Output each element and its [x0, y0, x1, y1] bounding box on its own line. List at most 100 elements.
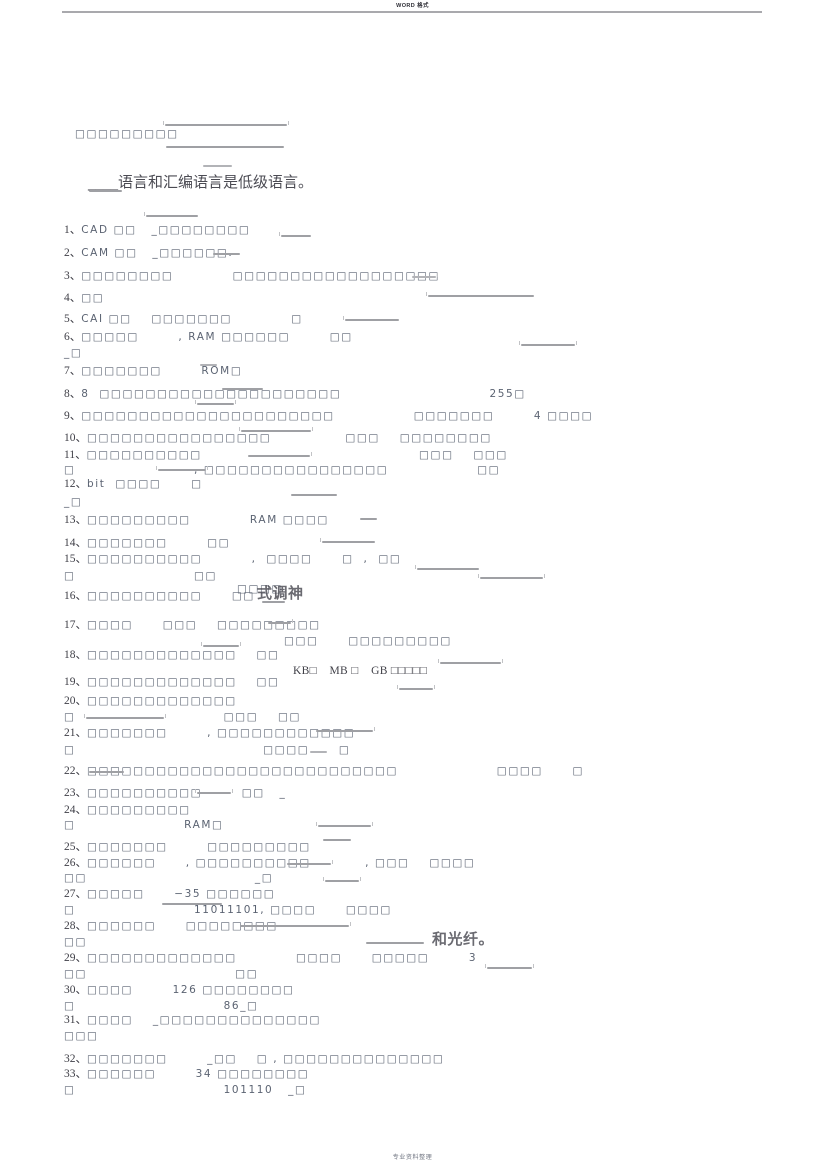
- item-text: KB□ MB □ GB □□□□□: [293, 665, 428, 677]
- item-text: □ □□: [64, 570, 218, 582]
- item-text: □□□□□□□□□ RAM □□□□: [87, 514, 329, 526]
- list-item: 19、□□□□□□□□□□□□□ □□: [64, 676, 280, 688]
- answer-blank: [200, 364, 217, 366]
- item-number: 1、: [64, 224, 82, 236]
- item-text: □□□: [64, 1030, 99, 1042]
- list-item: 9、□□□□□□□□□□□□□□□□□□□□□□ □□□□□□□ 4 □□□□: [64, 410, 593, 422]
- list-item: 6、□□□□□ , RAM □□□□□□ □□: [64, 331, 353, 343]
- answer-blank: [239, 427, 313, 432]
- item-text: □□□□□□ , □□□□□□□□□□ , □□□ □□□□: [87, 857, 476, 869]
- item-text: □□□□□□□ , □□□□□□□□□□□□: [87, 727, 356, 739]
- item-text: □□□□□□□□ □□□□□□□□□□□□□□□□□□: [81, 270, 441, 282]
- answer-blank: [323, 839, 351, 841]
- list-item: 23、□□□□□□□□□□ □□ _: [64, 787, 286, 799]
- answer-blank: [310, 751, 327, 753]
- answer-blank: [279, 232, 311, 237]
- list-item: 15、□□□□□□□□□□ , □□□□ □ , □□: [64, 553, 401, 565]
- list-item: 25、□□□□□□□ □□□□□□□□□: [64, 841, 311, 853]
- item-number: 9、: [64, 410, 82, 422]
- item-text: □□□□□□□ ROM□: [81, 365, 243, 377]
- item-text: □□□□□ −35 □□□□□□: [87, 888, 276, 900]
- answer-blank: [89, 771, 124, 773]
- item-number: 14、: [64, 537, 87, 549]
- item-number: 33、: [64, 1068, 87, 1080]
- list-item: 13、□□□□□□□□□ RAM □□□□: [64, 514, 329, 526]
- answer-blank: [519, 341, 577, 346]
- answer-blank: [415, 565, 479, 570]
- item-text: □□□□□□□ □□□□□□□□□: [87, 841, 311, 853]
- answer-blank: [213, 253, 240, 255]
- answer-blank: [144, 212, 198, 217]
- list-item: 26、□□□□□□ , □□□□□□□□□□ , □□□ □□□□: [64, 857, 475, 869]
- answer-blank: [316, 727, 375, 732]
- item-text: □□ □□: [64, 968, 259, 980]
- item-number: 26、: [64, 857, 87, 869]
- item-text: □□□□□□□□□□ □□: [87, 590, 255, 602]
- item-text: □□□□□□□□□□□□□□□□□□□□□□ □□□□□□□ 4 □□□□: [81, 410, 594, 422]
- answer-blank: [287, 860, 333, 865]
- list-item-cont: □ 101110 _□: [64, 1084, 307, 1096]
- list-item: 16、□□□□□□□□□□ □□: [64, 590, 255, 602]
- item-text: □ RAM□: [64, 819, 224, 831]
- list-item: 24、□□□□□□□□□: [64, 804, 191, 816]
- list-item-cont: □□ □□: [64, 968, 258, 980]
- intro-boxes: □□□□□□□□□: [75, 128, 179, 140]
- item-number: 13、: [64, 514, 87, 526]
- item-text: □□□□□□□ □□: [87, 537, 231, 549]
- list-item: 27、□□□□□ −35 □□□□□□: [64, 888, 275, 900]
- item-text: □□□□□□□□□: [87, 804, 191, 816]
- list-item: 10、□□□□□□□□□□□□□□□□ □□□ □□□□□□□□: [64, 432, 492, 444]
- item-text: □□□□□□□□□□□□□□□□□□□□□□□□□□□ □□□□ □: [87, 765, 585, 777]
- answer-blank: [485, 964, 534, 969]
- item-number: 16、: [64, 590, 87, 602]
- item-text: □□□□ _□□□□□□□□□□□□□□: [87, 1014, 321, 1026]
- item-number: 20、: [64, 695, 87, 707]
- item-number: 23、: [64, 787, 87, 799]
- item-number: 31、: [64, 1014, 87, 1026]
- answer-blank: [156, 466, 208, 471]
- item-text: CAI □□ □□□□□□□ □: [81, 313, 303, 325]
- item-number: 2、: [64, 247, 82, 259]
- answer-blank: [203, 165, 232, 167]
- item-text: □□□□ □□□ □□□□□□□□□: [87, 619, 321, 631]
- list-item-cont: _□: [64, 347, 82, 359]
- scan-artifact-text: 和光纤。: [432, 930, 495, 948]
- item-text: □□□□□□□□□□□□□ □□: [87, 676, 280, 688]
- list-item-cont: □□ _□: [64, 872, 273, 884]
- item-number: 12、: [64, 478, 87, 490]
- footer-text: 专业资料整理: [392, 1155, 433, 1161]
- list-item: 2、CAM □□ _□□□□□□.: [64, 247, 233, 259]
- item-number: 5、: [64, 313, 82, 325]
- item-text: □ 11011101, □□□□ □□□□: [64, 904, 392, 916]
- item-number: 3、: [64, 270, 82, 282]
- list-item: 22、□□□□□□□□□□□□□□□□□□□□□□□□□□□ □□□□ □: [64, 765, 584, 777]
- item-text: □□□□ 126 □□□□□□□□: [87, 984, 295, 996]
- item-number: 21、: [64, 727, 87, 739]
- item-number: 29、: [64, 952, 87, 964]
- list-item-cont: _□: [64, 496, 82, 508]
- answer-blank: [89, 190, 122, 192]
- answer-blank: [426, 292, 534, 297]
- list-item-cont: KB□ MB □ GB □□□□□: [293, 665, 427, 677]
- item-number: 19、: [64, 676, 87, 688]
- list-item: 14、□□□□□□□ □□: [64, 537, 230, 549]
- item-number: 7、: [64, 365, 82, 377]
- item-number: 18、: [64, 649, 87, 661]
- item-number: 22、: [64, 765, 87, 777]
- item-number: 4、: [64, 292, 82, 304]
- answer-blank: [397, 685, 435, 690]
- list-item-cont: □□□: [64, 1030, 99, 1042]
- answer-blank: [166, 146, 284, 148]
- item-text: CAD □□ _□□□□□□□□: [81, 224, 251, 236]
- item-text: _□: [64, 347, 83, 359]
- item-number: 28、: [64, 920, 87, 932]
- answer-blank: [195, 789, 233, 794]
- item-text: □ □□□□ □: [64, 744, 351, 756]
- item-text: 8 □□□□□□□□□□□□□□□□□□□□□ 255□: [81, 388, 526, 400]
- answer-blank: [316, 822, 373, 827]
- answer-blank: [360, 518, 377, 520]
- answer-blank: [268, 619, 293, 624]
- item-text: □□□□□□□□□□□□□: [87, 695, 237, 707]
- document-body: □□□□□□□□□ ____语言和汇编语言是低级语言。 1、CAD □□ _□□…: [0, 0, 825, 1168]
- item-number: 15、: [64, 553, 87, 565]
